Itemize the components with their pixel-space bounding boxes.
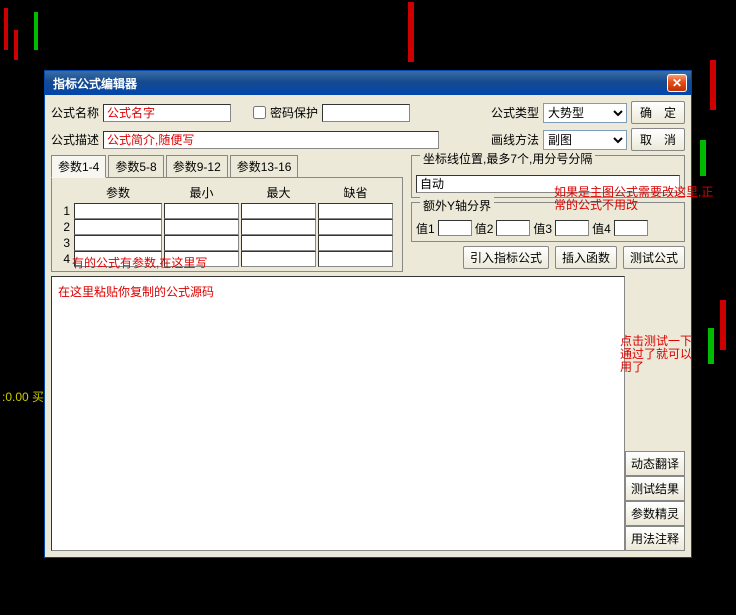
- desc-input[interactable]: [103, 131, 439, 149]
- param-2-def[interactable]: [318, 219, 393, 235]
- formula-editor-dialog: 指标公式编辑器 ✕ 公式名称 密码保护 公式类型 大势型 确 定 公式描述: [44, 70, 692, 558]
- params-area: 参数1-4 参数5-8 参数9-12 参数13-16 参数 最小 最大 缺省 1: [51, 155, 403, 272]
- draw-label: 画线方法: [491, 131, 539, 148]
- desc-label: 公式描述: [51, 131, 99, 148]
- import-formula-button[interactable]: 引入指标公式: [463, 246, 549, 269]
- yaxis-group: 额外Y轴分界 值1 值2 值3 值4: [411, 202, 685, 242]
- param-2-min[interactable]: [164, 219, 239, 235]
- yaxis-1-input[interactable]: [438, 220, 472, 236]
- tab-params-13-16[interactable]: 参数13-16: [230, 155, 299, 178]
- cancel-button[interactable]: 取 消: [631, 128, 685, 151]
- name-label: 公式名称: [51, 104, 99, 121]
- insert-function-button[interactable]: 插入函数: [555, 246, 617, 269]
- param-header: 参数 最小 最大 缺省: [56, 182, 398, 203]
- param-1-name[interactable]: [74, 203, 162, 219]
- param-row-1: 1: [56, 203, 398, 219]
- param-row-4: 4: [56, 251, 398, 267]
- param-3-min[interactable]: [164, 235, 239, 251]
- type-label: 公式类型: [491, 104, 539, 121]
- yaxis-2-input[interactable]: [496, 220, 530, 236]
- param-3-def[interactable]: [318, 235, 393, 251]
- type-select[interactable]: 大势型: [543, 103, 627, 123]
- titlebar[interactable]: 指标公式编辑器 ✕: [45, 71, 691, 95]
- dialog-title: 指标公式编辑器: [53, 75, 137, 92]
- param-1-max[interactable]: [241, 203, 316, 219]
- close-icon[interactable]: ✕: [667, 74, 687, 92]
- param-3-max[interactable]: [241, 235, 316, 251]
- coord-input[interactable]: [416, 175, 680, 193]
- yaxis-title: 额外Y轴分界: [420, 197, 494, 214]
- draw-select[interactable]: 副图: [543, 130, 627, 150]
- param-4-def[interactable]: [318, 251, 393, 267]
- password-checkbox[interactable]: [253, 106, 266, 119]
- coord-group: 坐标线位置,最多7个,用分号分隔: [411, 155, 685, 198]
- param-2-max[interactable]: [241, 219, 316, 235]
- test-formula-button[interactable]: 测试公式: [623, 246, 685, 269]
- formula-code-textarea[interactable]: [51, 276, 625, 551]
- param-3-name[interactable]: [74, 235, 162, 251]
- yaxis-3-input[interactable]: [555, 220, 589, 236]
- ok-button[interactable]: 确 定: [631, 101, 685, 124]
- param-row-2: 2: [56, 219, 398, 235]
- param-wizard-button[interactable]: 参数精灵: [625, 501, 685, 526]
- test-result-button[interactable]: 测试结果: [625, 476, 685, 501]
- param-4-name[interactable]: [74, 251, 162, 267]
- param-row-3: 3: [56, 235, 398, 251]
- param-1-def[interactable]: [318, 203, 393, 219]
- param-4-min[interactable]: [164, 251, 239, 267]
- tab-params-5-8[interactable]: 参数5-8: [108, 155, 163, 178]
- dynamic-translate-button[interactable]: 动态翻译: [625, 451, 685, 476]
- param-1-min[interactable]: [164, 203, 239, 219]
- name-input[interactable]: [103, 104, 231, 122]
- param-4-max[interactable]: [241, 251, 316, 267]
- tab-params-9-12[interactable]: 参数9-12: [166, 155, 228, 178]
- password-input[interactable]: [322, 104, 410, 122]
- yaxis-4-input[interactable]: [614, 220, 648, 236]
- tab-params-1-4[interactable]: 参数1-4: [51, 155, 106, 178]
- password-label: 密码保护: [270, 104, 318, 121]
- coord-title: 坐标线位置,最多7个,用分号分隔: [420, 150, 595, 167]
- param-2-name[interactable]: [74, 219, 162, 235]
- usage-notes-button[interactable]: 用法注释: [625, 526, 685, 551]
